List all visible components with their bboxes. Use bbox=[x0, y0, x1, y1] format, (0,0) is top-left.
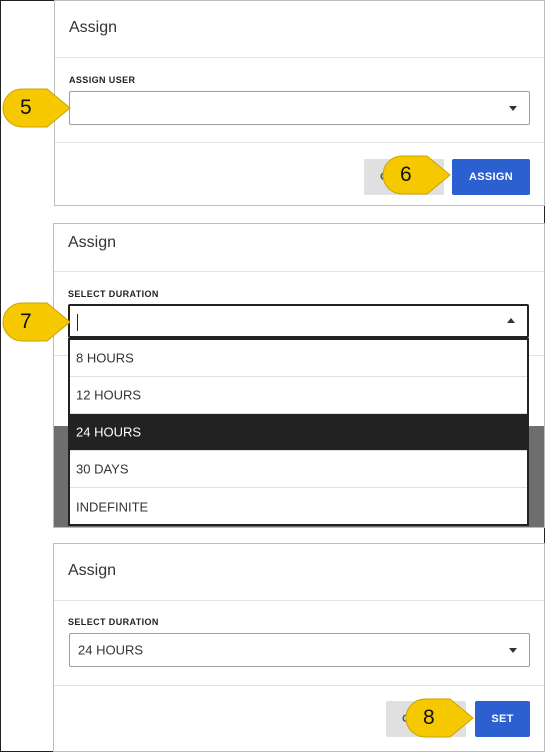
select-duration-dialog-open: Assign SELECT DURATION 8 HOURS 12 HOURS … bbox=[53, 223, 545, 528]
divider bbox=[55, 142, 544, 143]
select-duration-label: SELECT DURATION bbox=[68, 289, 159, 299]
select-duration-input[interactable] bbox=[68, 304, 529, 338]
caret-down-icon bbox=[509, 648, 517, 653]
select-duration-value: 24 HOURS bbox=[78, 642, 144, 658]
option-label: 12 HOURS bbox=[76, 387, 142, 403]
option-12-hours[interactable]: 12 HOURS bbox=[70, 377, 527, 414]
callout-7: 7 bbox=[0, 300, 74, 344]
option-30-days[interactable]: 30 DAYS bbox=[70, 451, 527, 488]
callout-number: 6 bbox=[400, 163, 412, 186]
option-label: 8 HOURS bbox=[76, 350, 134, 366]
divider bbox=[55, 57, 544, 58]
callout-number: 5 bbox=[20, 96, 32, 119]
callout-5: 5 bbox=[0, 86, 74, 130]
option-24-hours[interactable]: 24 HOURS bbox=[70, 414, 527, 451]
assign-user-dialog: Assign ASSIGN USER C ASSIGN bbox=[54, 0, 545, 206]
duration-dropdown-list: 8 HOURS 12 HOURS 24 HOURS 30 DAYS INDEFI… bbox=[68, 338, 529, 526]
select-duration-select[interactable]: 24 HOURS bbox=[69, 633, 530, 667]
dialog-title: Assign bbox=[69, 19, 118, 36]
callout-number: 8 bbox=[423, 706, 435, 729]
dialog-title: Assign bbox=[68, 562, 117, 579]
text-cursor bbox=[77, 314, 78, 331]
select-duration-label: SELECT DURATION bbox=[68, 617, 159, 627]
divider bbox=[54, 271, 544, 272]
callout-6: 6 bbox=[380, 153, 454, 197]
callout-8: 8 bbox=[403, 696, 477, 740]
assign-button[interactable]: ASSIGN bbox=[452, 159, 530, 195]
option-label: INDEFINITE bbox=[76, 499, 149, 514]
divider bbox=[54, 685, 544, 686]
option-label: 30 DAYS bbox=[76, 461, 129, 477]
option-indefinite[interactable]: INDEFINITE bbox=[70, 488, 527, 525]
caret-down-icon bbox=[509, 106, 517, 111]
dialog-title: Assign bbox=[68, 234, 117, 251]
divider bbox=[54, 600, 544, 601]
option-8-hours[interactable]: 8 HOURS bbox=[70, 340, 527, 377]
assign-user-label: ASSIGN USER bbox=[69, 75, 136, 85]
caret-up-icon bbox=[507, 318, 515, 323]
set-button[interactable]: SET bbox=[475, 701, 530, 737]
assign-user-select[interactable] bbox=[69, 91, 530, 125]
option-label: 24 HOURS bbox=[76, 424, 142, 440]
callout-number: 7 bbox=[20, 310, 32, 333]
